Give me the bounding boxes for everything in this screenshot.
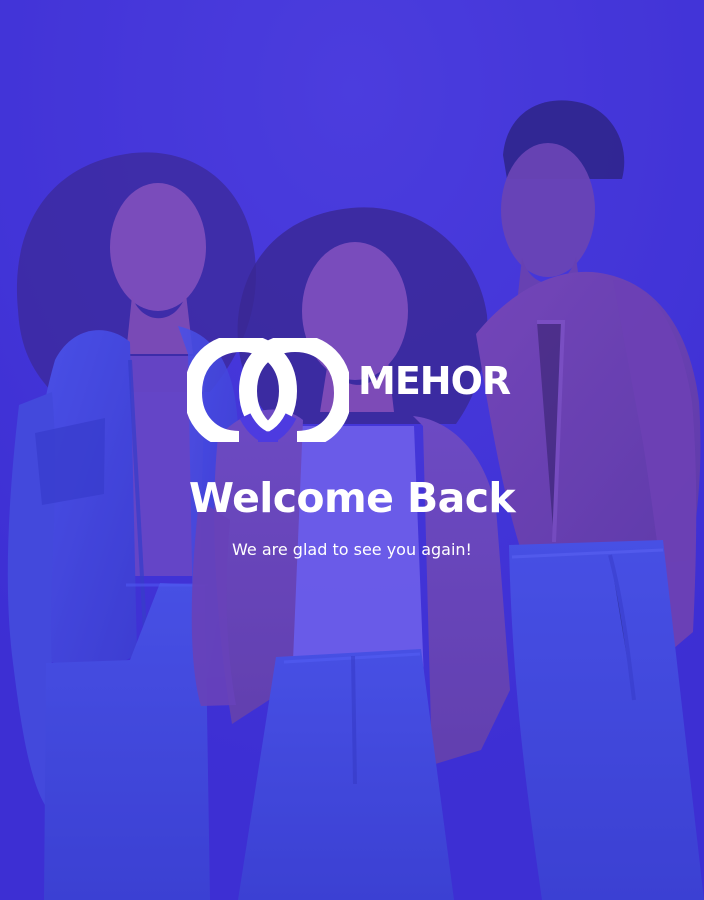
- brand-logo: MEHOR: [187, 338, 517, 442]
- welcome-content: MEHOR Welcome Back We are glad to see yo…: [0, 0, 704, 900]
- brand-name: MEHOR: [358, 359, 511, 403]
- login-hero: MEHOR Welcome Back We are glad to see yo…: [0, 0, 704, 900]
- welcome-title: Welcome Back: [188, 474, 516, 522]
- welcome-subtitle: We are glad to see you again!: [232, 540, 472, 559]
- interlocked-rings-logo-icon: [187, 338, 349, 442]
